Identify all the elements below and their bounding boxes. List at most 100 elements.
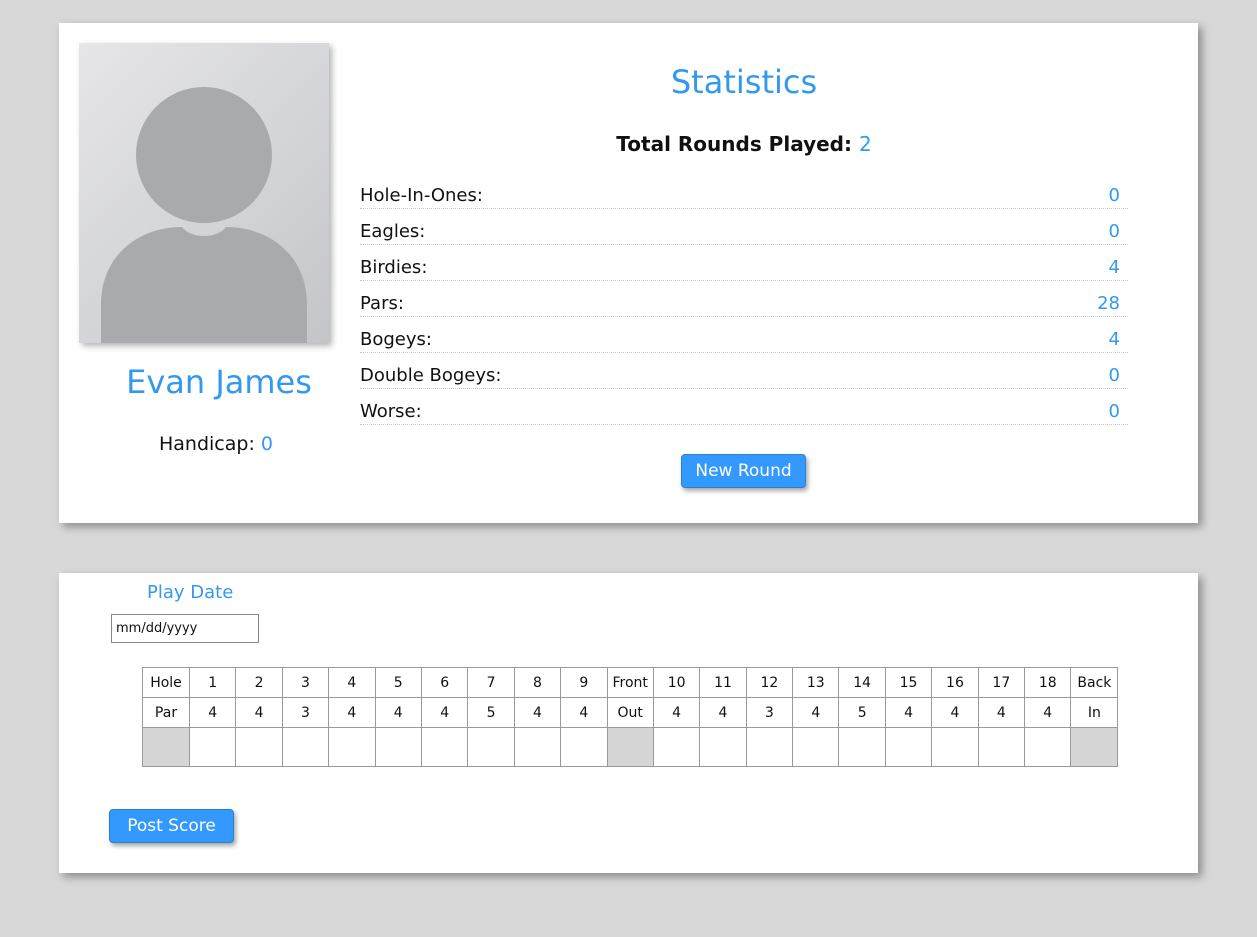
total-rounds-label: Total Rounds Played: — [616, 132, 852, 156]
par-cell: 3 — [281, 697, 330, 728]
stat-value: 4 — [1108, 257, 1120, 278]
hole-cell: 1 — [188, 667, 237, 698]
par-cell: 4 — [931, 697, 979, 728]
par-cell: 4 — [792, 697, 840, 728]
score-entry-card: Play Date Hole 1 2 3 4 5 6 7 8 9 Front 1… — [59, 573, 1198, 873]
hole-header-cell: Hole — [142, 667, 190, 698]
score-input-cell-hole-17[interactable] — [977, 727, 1026, 767]
par-cell: 4 — [328, 697, 376, 728]
par-cell: 4 — [374, 697, 422, 728]
total-rounds: Total Rounds Played: 2 — [359, 132, 1129, 156]
par-cell: 4 — [420, 697, 469, 728]
profile-card: Evan James Handicap: 0 Statistics Total … — [59, 23, 1198, 523]
hole-row: Hole 1 2 3 4 5 6 7 8 9 Front 10 11 12 13… — [142, 667, 1119, 698]
hole-cell: 11 — [699, 667, 747, 698]
score-input-cell-hole-5[interactable] — [374, 727, 422, 767]
score-input-cell-hole-3[interactable] — [281, 727, 330, 767]
hole-cell: 4 — [328, 667, 376, 698]
par-cell: 3 — [745, 697, 794, 728]
hole-cell: 6 — [420, 667, 469, 698]
stat-label: Double Bogeys: — [360, 365, 502, 386]
par-cell: 4 — [513, 697, 562, 728]
score-input-cell-hole-14[interactable] — [838, 727, 886, 767]
hole-cell: 17 — [977, 667, 1026, 698]
stat-value: 0 — [1108, 185, 1120, 206]
hole-cell: 10 — [652, 667, 701, 698]
score-input-cell-hole-9[interactable] — [560, 727, 608, 767]
statistics-title: Statistics — [670, 63, 818, 101]
front-total-cell — [606, 727, 654, 767]
scorecard-table: Hole 1 2 3 4 5 6 7 8 9 Front 10 11 12 13… — [142, 667, 1119, 767]
stat-label: Hole-In-Ones: — [360, 185, 483, 206]
stat-row-birdies: Birdies: 4 — [360, 245, 1128, 281]
score-input-cell-hole-7[interactable] — [467, 727, 515, 767]
post-score-button[interactable]: Post Score — [109, 809, 234, 843]
score-input-cell-hole-8[interactable] — [513, 727, 562, 767]
player-name: Evan James — [126, 363, 312, 401]
stat-label: Eagles: — [360, 221, 426, 242]
front-header-cell: Front — [606, 667, 654, 698]
stat-label: Worse: — [360, 401, 422, 422]
score-input-cell-hole-13[interactable] — [792, 727, 840, 767]
stat-value: 4 — [1108, 329, 1120, 350]
stat-row-worse: Worse: 0 — [360, 389, 1128, 425]
hole-cell: 14 — [838, 667, 886, 698]
score-input-cell-hole-16[interactable] — [931, 727, 979, 767]
score-input-cell-hole-10[interactable] — [652, 727, 701, 767]
hole-cell: 18 — [1024, 667, 1072, 698]
out-cell: Out — [606, 697, 654, 728]
hole-cell: 2 — [235, 667, 283, 698]
score-input-cell-hole-15[interactable] — [884, 727, 933, 767]
stat-row-double-bogeys: Double Bogeys: 0 — [360, 353, 1128, 389]
back-header-cell: Back — [1070, 667, 1119, 698]
hole-cell: 15 — [884, 667, 933, 698]
par-header-cell: Par — [142, 697, 190, 728]
avatar — [79, 43, 329, 343]
stat-row-bogeys: Bogeys: 4 — [360, 317, 1128, 353]
par-cell: 4 — [652, 697, 701, 728]
score-input-cell-hole-11[interactable] — [699, 727, 747, 767]
score-entry-row — [142, 727, 1119, 767]
par-cell: 4 — [1024, 697, 1072, 728]
par-cell: 5 — [467, 697, 515, 728]
score-label-cell — [142, 727, 190, 767]
par-cell: 5 — [838, 697, 886, 728]
stat-value: 28 — [1097, 293, 1120, 314]
hole-cell: 8 — [513, 667, 562, 698]
score-input-cell-hole-1[interactable] — [188, 727, 237, 767]
hole-cell: 5 — [374, 667, 422, 698]
new-round-button[interactable]: New Round — [681, 454, 806, 488]
score-input-cell-hole-12[interactable] — [745, 727, 794, 767]
user-silhouette-icon — [101, 87, 307, 343]
par-cell: 4 — [560, 697, 608, 728]
hole-cell: 16 — [931, 667, 979, 698]
stat-label: Birdies: — [360, 257, 428, 278]
stat-row-hole-in-ones: Hole-In-Ones: 0 — [360, 173, 1128, 209]
par-cell: 4 — [977, 697, 1026, 728]
hole-cell: 13 — [792, 667, 840, 698]
par-cell: 4 — [188, 697, 237, 728]
stat-row-eagles: Eagles: 0 — [360, 209, 1128, 245]
handicap-label: Handicap: — [158, 433, 255, 455]
stat-value: 0 — [1108, 365, 1120, 386]
stat-label: Pars: — [360, 293, 404, 314]
score-input-cell-hole-6[interactable] — [420, 727, 469, 767]
hole-cell: 9 — [560, 667, 608, 698]
back-total-cell — [1070, 727, 1119, 767]
handicap: Handicap: 0 — [59, 433, 373, 455]
hole-cell: 7 — [467, 667, 515, 698]
par-cell: 4 — [699, 697, 747, 728]
play-date-label: Play Date — [147, 582, 234, 603]
stat-value: 0 — [1108, 221, 1120, 242]
stat-label: Bogeys: — [360, 329, 432, 350]
total-rounds-value: 2 — [858, 132, 872, 156]
hole-cell: 3 — [281, 667, 330, 698]
play-date-input[interactable] — [111, 614, 259, 643]
handicap-value: 0 — [260, 433, 273, 455]
score-input-cell-hole-4[interactable] — [328, 727, 376, 767]
stat-row-pars: Pars: 28 — [360, 281, 1128, 317]
score-input-cell-hole-2[interactable] — [235, 727, 283, 767]
score-input-cell-hole-18[interactable] — [1024, 727, 1072, 767]
stat-value: 0 — [1108, 401, 1120, 422]
par-row: Par 4 4 3 4 4 4 5 4 4 Out 4 4 3 4 5 4 4 … — [142, 697, 1119, 728]
